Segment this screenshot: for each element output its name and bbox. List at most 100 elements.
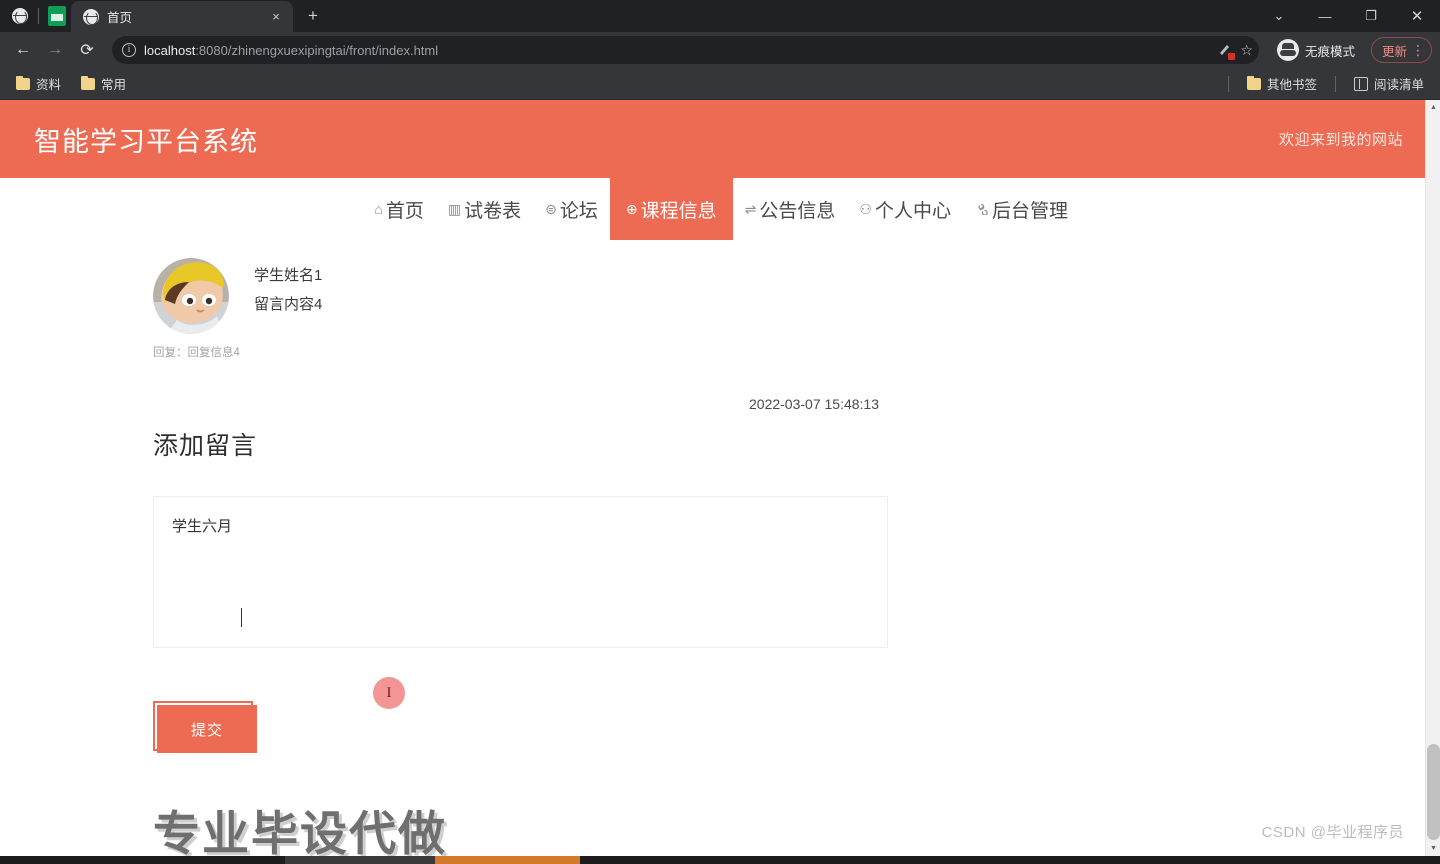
incognito-icon: [1276, 39, 1299, 61]
avatar-wrapper: [153, 258, 229, 334]
tab-favicon-globe-icon: [83, 8, 99, 25]
megaphone-icon: ⇌: [744, 200, 757, 217]
link-icon: [975, 201, 989, 218]
textarea-wrapper: [153, 496, 1425, 653]
grid-icon: ▥: [447, 200, 462, 217]
divider: [1227, 75, 1229, 92]
reading-list-label: 阅读清单: [1373, 78, 1424, 92]
message-reply: 回复：回复信息4: [153, 347, 240, 359]
address-bar[interactable]: i localhost:8080/zhinengxuexipingtai/fro…: [112, 36, 1259, 64]
incognito-label: 无痕模式: [1304, 44, 1355, 59]
update-label: 更新: [1381, 44, 1407, 59]
folder-icon: [81, 75, 96, 90]
bookmark-star-icon[interactable]: ☆: [1240, 42, 1253, 59]
home-icon: ⌂: [374, 201, 383, 217]
bookmarks-bar: 资料 常用 其他书签 阅读清单: [0, 68, 1440, 100]
form-title: 添加留言: [153, 432, 258, 460]
globe-icon: ⊕: [625, 200, 638, 217]
message-textarea[interactable]: [153, 496, 888, 648]
close-window-button[interactable]: ✕: [1394, 0, 1440, 32]
forward-button[interactable]: →: [40, 35, 70, 65]
divider: [38, 8, 39, 24]
bookmarks-bar-right: 其他书签 阅读清单: [1224, 71, 1432, 96]
folder-icon: [16, 75, 30, 90]
back-button[interactable]: ←: [8, 35, 38, 65]
folder-icon: [1246, 75, 1261, 90]
message-timestamp: 2022-03-07 15:48:13: [749, 396, 879, 412]
nav-label: 课程信息: [640, 200, 717, 222]
bookmark-label: 常用: [101, 78, 127, 92]
mouse-cursor-indicator: I: [373, 677, 405, 709]
scrollbar-thumb[interactable]: [1427, 744, 1440, 840]
submit-button[interactable]: 提交: [157, 705, 257, 753]
browser-logo-icon: [10, 6, 30, 26]
nav-item-forum[interactable]: ⊜ 论坛: [533, 178, 610, 240]
sheets-tab-icon[interactable]: [47, 6, 67, 26]
nav-label: 首页: [385, 200, 424, 222]
avatar: [153, 258, 229, 334]
site-header: 智能学习平台系统 欢迎来到我的网站: [0, 100, 1425, 178]
divider: [1334, 75, 1336, 92]
tab-holder: 首页 × +: [71, 0, 327, 32]
update-button[interactable]: 更新 ⋮: [1370, 37, 1432, 63]
nav-label: 论坛: [559, 200, 598, 222]
nav-label: 公告信息: [759, 200, 836, 222]
tab-strip: 首页 × + ⌄ — ❐ ✕: [0, 0, 1440, 32]
message-row: 学生姓名1 留言内容4: [0, 258, 1425, 334]
minimize-button[interactable]: —: [1302, 0, 1348, 32]
bookmark-item-ziliao[interactable]: 资料: [8, 71, 69, 96]
site-info-icon[interactable]: i: [122, 43, 136, 57]
site-title: 智能学习平台系统: [34, 126, 258, 157]
nav-item-admin[interactable]: 后台管理: [963, 178, 1080, 240]
tab-title: 首页: [107, 11, 133, 25]
message-author: 学生姓名1: [254, 267, 323, 284]
address-bar-url: localhost:8080/zhinengxuexipingtai/front…: [144, 43, 438, 58]
nav-item-home[interactable]: ⌂ 首页: [362, 178, 435, 240]
url-path: :8080/zhinengxuexipingtai/front/index.ht…: [195, 42, 439, 58]
add-message-form: 添加留言 提交: [0, 360, 1425, 755]
browser-window: 首页 × + ⌄ — ❐ ✕ ← → ⟳ i localhost:8080/zh…: [0, 0, 1440, 864]
watermark: CSDN @毕业程序员: [1261, 824, 1404, 841]
page-scrollbar[interactable]: ▲ ▼: [1425, 100, 1440, 856]
reload-button[interactable]: ⟳: [72, 35, 102, 65]
tab-active[interactable]: 首页 ×: [71, 1, 293, 32]
nav-item-announcements[interactable]: ⇌ 公告信息: [733, 178, 848, 240]
url-host: localhost: [144, 42, 196, 58]
nav-label: 试卷表: [464, 200, 522, 222]
chrome-left-icons: [0, 0, 71, 32]
chrome-menu-icon[interactable]: ⋮: [1411, 43, 1425, 57]
omnibox-actions: ☆: [1216, 41, 1253, 60]
text-caret: [241, 608, 242, 627]
taskbar-strip: [0, 856, 1440, 864]
message-body: 学生姓名1 留言内容4: [229, 258, 322, 334]
nav-item-user-center[interactable]: ⚇ 个人中心: [847, 178, 963, 240]
bookmark-label: 资料: [36, 78, 62, 92]
other-bookmarks-label: 其他书签: [1266, 78, 1317, 92]
promo-banner: 专业毕设代做: [0, 755, 1425, 856]
nav-label: 个人中心: [874, 200, 951, 222]
scroll-up-arrow-icon[interactable]: ▲: [1426, 100, 1440, 115]
site-nav: ⌂ 首页 ▥ 试卷表 ⊜ 论坛 ⊕ 课程信息 ⇌ 公告信息 ⚇ 个人中心 后台管…: [0, 178, 1425, 240]
reading-list-button[interactable]: 阅读清单: [1346, 71, 1432, 96]
chat-icon: ⊜: [545, 200, 557, 217]
nav-label: 后台管理: [991, 200, 1068, 222]
maximize-button[interactable]: ❐: [1348, 0, 1394, 32]
tab-search-chevron-down-icon[interactable]: ⌄: [1256, 0, 1302, 32]
bookmark-item-changyong[interactable]: 常用: [73, 71, 134, 96]
nav-item-course-info[interactable]: ⊕ 课程信息: [609, 178, 733, 240]
nav-item-exam-list[interactable]: ▥ 试卷表: [436, 178, 533, 240]
welcome-text: 欢迎来到我的网站: [1278, 131, 1403, 149]
message-content: 留言内容4: [254, 296, 323, 313]
window-controls: ⌄ — ❐ ✕: [1256, 0, 1440, 32]
reading-list-icon: [1353, 76, 1368, 91]
promo-text: 专业毕设代做: [153, 807, 447, 856]
new-tab-button[interactable]: +: [299, 2, 327, 30]
extension-icon[interactable]: [1216, 41, 1236, 60]
incognito-indicator[interactable]: 无痕模式: [1269, 36, 1363, 64]
other-bookmarks-button[interactable]: 其他书签: [1239, 71, 1325, 96]
tab-close-icon[interactable]: ×: [267, 8, 285, 26]
submit-button-wrapper: 提交: [153, 701, 259, 755]
page-content: 智能学习平台系统 欢迎来到我的网站 ⌂ 首页 ▥ 试卷表 ⊜ 论坛 ⊕ 课程信息…: [0, 100, 1425, 856]
scroll-down-arrow-icon[interactable]: ▼: [1426, 841, 1440, 856]
message-block: 学生姓名1 留言内容4 2022-03-07 15:48:13 回复：回复信息4: [0, 240, 1425, 412]
